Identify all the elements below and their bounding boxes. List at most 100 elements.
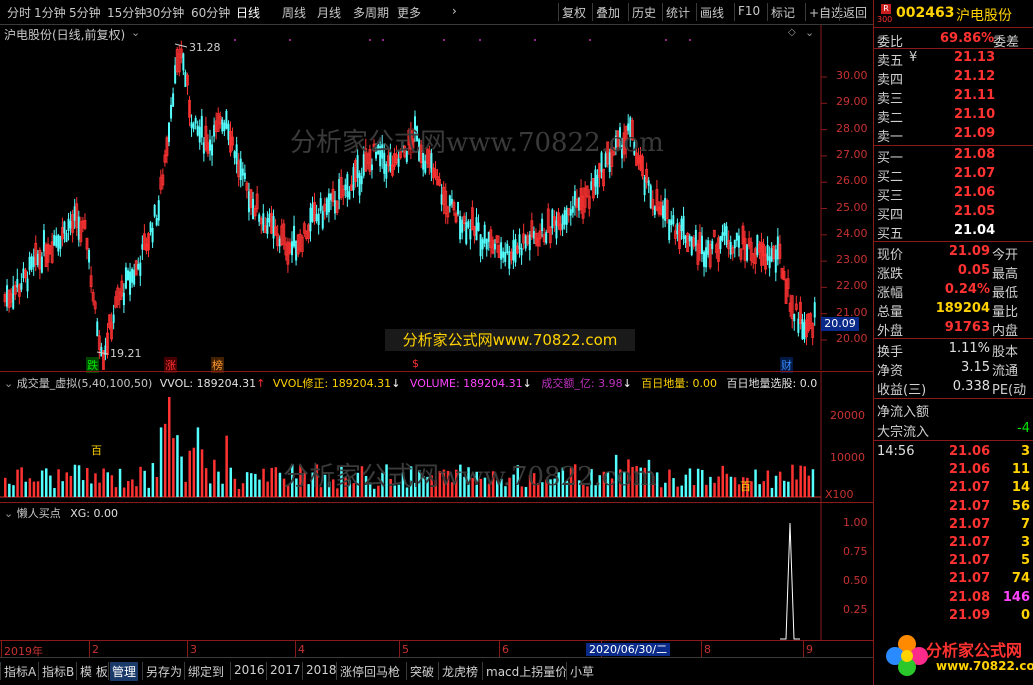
tab-divider [566,662,567,680]
candle-body [721,232,724,241]
chart-collapse-icon[interactable]: ⌄ [131,26,140,39]
volume-bar [147,487,150,497]
period-tab-5[interactable]: 60分钟 [191,4,230,21]
more-chevron-icon[interactable]: › [452,4,457,18]
logo[interactable]: 分析家公式网 www.70822.com [874,625,1033,685]
formula-tab-13[interactable]: 小草 [568,662,596,681]
formula-tab-7[interactable]: 2017 [268,662,303,678]
formula-tab-5[interactable]: 绑定到 [186,662,226,681]
volume-bar [762,481,765,497]
candle-body [774,249,777,273]
formula-tab-12[interactable]: macd上拐量价 [484,662,569,681]
ask-label: 卖三 [877,92,904,107]
volume-bar [61,481,64,497]
toolbar-action-8[interactable]: 返回 [843,4,867,21]
period-tab-0[interactable]: 分时 [7,4,31,21]
formula-tab-8[interactable]: 2018 [304,662,339,678]
volume-panel[interactable]: ⌄ 成交量_虚拟(5,40,100,50) VVOL: 189204.31↑ V… [0,371,873,503]
price-ytick: 23.00 [836,253,868,267]
time-tick [1,641,2,657]
volume-bar [766,470,770,497]
toolbar-action-4[interactable]: 画线 [700,4,724,21]
toolbar-action-1[interactable]: 叠加 [596,4,620,21]
period-tab-6[interactable]: 日线 [236,4,260,21]
tab-divider [0,662,1,680]
tick-volume: 0 [1020,607,1030,623]
bid-row: 买三 21.06 [874,184,1033,204]
promo-banner[interactable]: 分析家公式网www.70822.com [385,329,635,351]
signal-dot [479,39,481,41]
toolbar-action-5[interactable]: F10 [738,4,760,18]
stat2-label: 净资 [877,364,904,379]
bid-row: 买一 21.08 [874,146,1033,166]
ask-row: 卖二 21.10 [874,106,1033,126]
volume-bar [90,483,93,497]
tab-divider [336,662,337,680]
volume-bar [217,471,220,497]
volume-bar [262,468,265,497]
volume-collapse-icon[interactable]: ⌄ [4,377,17,390]
price-ytick: 27.00 [836,147,868,161]
formula-tab-0[interactable]: 指标A [2,662,38,681]
time-label: 8 [704,643,711,656]
bid-price: 21.06 [954,185,996,200]
period-tab-3[interactable]: 15分钟 [107,4,146,21]
period-tab-2[interactable]: 5分钟 [69,4,101,21]
period-tab-1[interactable]: 1分钟 [34,4,66,21]
candle-body [348,191,351,200]
tick-price: 21.07 [949,516,991,532]
volume-bar [237,488,241,497]
formula-tab-2[interactable]: 模 板 [78,662,110,681]
volume-bar [106,472,109,497]
volume-bar [36,481,40,497]
volume-bar [241,483,245,497]
candle-body [40,256,43,273]
volume-bar [176,435,179,497]
stat-right-label: 最低 [992,286,1019,301]
indicator-collapse-icon[interactable]: ⌄ [4,507,17,520]
formula-tab-6[interactable]: 2016 [232,662,267,678]
period-tab-10[interactable]: 更多 [397,4,421,21]
tick-row: 14:56 21.06 3 [874,443,1033,461]
kline-chart[interactable]: 沪电股份(日线,前复权) ⌄ 31.28 19.21 分析家公式网www.708… [0,25,873,373]
stat-row: 涨跌 0.05 最高 [874,262,1033,282]
toolbar-action-0[interactable]: 复权 [562,4,586,21]
candle-body [149,222,152,233]
time-tick [701,641,702,657]
chart-settings-icon[interactable]: ⌄ [805,26,814,39]
candle-body [153,204,156,217]
volume-bar [114,487,118,497]
volume-bar [172,438,175,497]
price-ytick: 26.00 [836,174,868,188]
bid-price: 21.08 [954,147,996,162]
candle-body [194,117,197,124]
toolbar-action-7[interactable]: +自选 [809,4,843,21]
toolbar-action-3[interactable]: 统计 [666,4,690,21]
volume-bar [258,479,261,497]
tick-volume: 74 [1011,571,1030,587]
formula-tab-4[interactable]: 另存为 [144,662,184,681]
candle-body [221,119,224,132]
toolbar-action-2[interactable]: 历史 [632,4,656,21]
toolbar-action-6[interactable]: 标记 [771,4,795,21]
candle-body [477,222,480,231]
formula-tab-9[interactable]: 涨停回马枪 [338,662,402,681]
formula-tab-10[interactable]: 突破 [408,662,436,681]
indicator-panel[interactable]: ⌄ 懒人买点 XG: 0.00 1.00 0.75 0.50 0.25 [0,502,873,641]
period-tab-9[interactable]: 多周期 [353,4,389,21]
stat-right-label: 量比 [992,305,1019,320]
stat2-right-label: 流通 [992,364,1019,379]
candle-body [239,158,242,181]
period-tab-8[interactable]: 月线 [317,4,341,21]
period-tab-7[interactable]: 周线 [282,4,306,21]
formula-tab-3[interactable]: 管理 [110,662,139,681]
indicator-title: 懒人买点 [16,507,61,520]
volume-bar [713,482,716,497]
candle-body [733,239,736,249]
formula-tab-1[interactable]: 指标B [40,662,76,681]
chart-diamond-icon[interactable]: ◇ [788,27,796,38]
period-tab-4[interactable]: 30分钟 [145,4,184,21]
price-ytick: 28.00 [836,121,868,135]
candle-body [26,278,29,292]
formula-tab-11[interactable]: 龙虎榜 [440,662,480,681]
